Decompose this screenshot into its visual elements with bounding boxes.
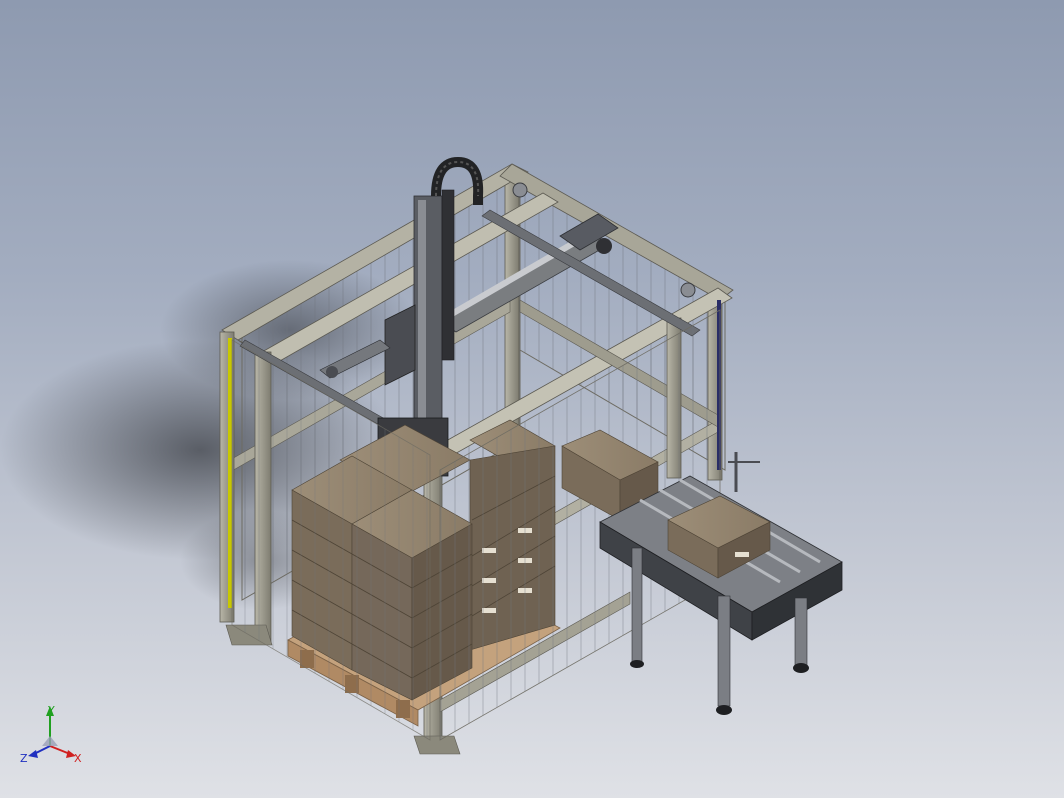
palletizer-model[interactable] xyxy=(0,0,1064,798)
z-axis-arrow xyxy=(28,750,38,758)
graphics-viewport[interactable]: Y X Z xyxy=(0,0,1064,798)
z-axis-label: Z xyxy=(20,752,28,765)
x-axis-label: X xyxy=(74,752,82,765)
x-axis-line xyxy=(49,745,71,755)
y-axis-label: Y xyxy=(47,704,55,717)
orientation-triad[interactable]: Y X Z xyxy=(18,700,90,772)
